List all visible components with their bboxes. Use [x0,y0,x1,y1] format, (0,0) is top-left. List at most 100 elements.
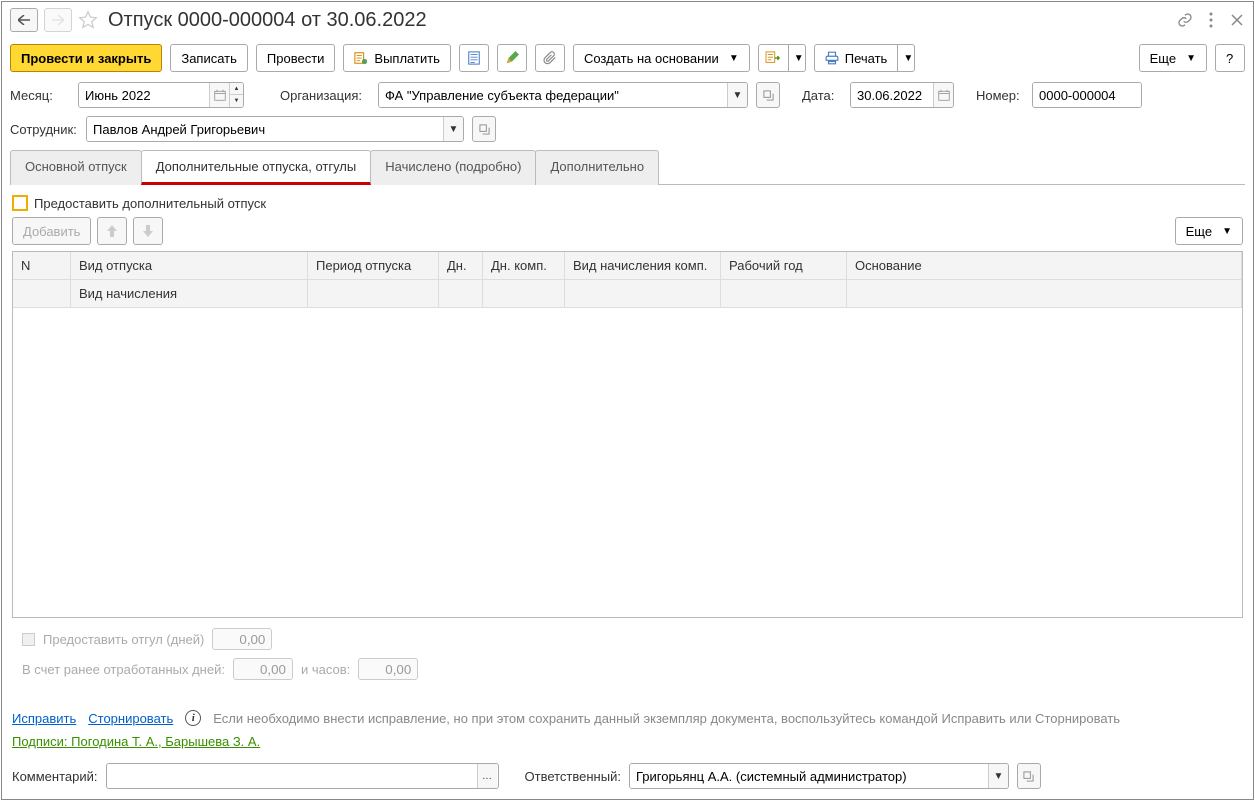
print-group: Печать ▼ [814,44,916,72]
calendar-icon[interactable] [933,83,953,107]
provide-label: Предоставить дополнительный отпуск [34,196,266,211]
number-input-wrap [1032,82,1142,108]
date-input-wrap [850,82,954,108]
provide-checkbox-row: Предоставить дополнительный отпуск [12,195,1243,211]
comment-label: Комментарий: [12,769,98,784]
table-more-label: Еще [1186,224,1212,239]
chevron-down-icon: ▼ [729,53,739,64]
tab-accrued[interactable]: Начислено (подробно) [370,150,536,185]
fix-link[interactable]: Исправить [12,711,76,726]
col-dnk[interactable]: Дн. комп. [483,252,565,280]
save-button[interactable]: Записать [170,44,248,72]
export-icon-button[interactable] [758,44,788,72]
export-dropdown[interactable]: ▼ [788,44,806,72]
number-label: Номер: [976,88,1024,103]
more-button[interactable]: Еще ▼ [1139,44,1207,72]
close-icon[interactable] [1229,12,1245,28]
process-close-button[interactable]: Провести и закрыть [10,44,162,72]
col-n[interactable]: N [13,252,71,280]
provide-checkbox[interactable] [12,195,28,211]
table-header: N Вид отпуска Период отпуска Дн. Дн. ком… [13,252,1242,280]
create-based-button[interactable]: Создать на основании ▼ [573,44,750,72]
help-button[interactable]: ? [1215,44,1245,72]
org-input-wrap: ▼ [378,82,748,108]
signatures-link[interactable]: Подписи: Погодина Т. А., Барышева З. А. [12,734,260,749]
number-input[interactable] [1033,83,1141,107]
month-input[interactable] [79,83,209,107]
signatures-row: Подписи: Погодина Т. А., Барышева З. А. [2,734,1253,757]
calendar-icon[interactable] [209,83,229,107]
info-icon: i [185,710,201,726]
otgul-input [212,628,272,650]
worked-days-input [233,658,293,680]
org-input[interactable] [379,83,727,107]
lower-fields: Предоставить отгул (дней) В счет ранее о… [12,618,1243,698]
kebab-icon[interactable] [1203,12,1219,28]
responsible-dropdown[interactable]: ▼ [988,764,1008,788]
page-title: Отпуск 0000-000004 от 30.06.2022 [108,9,1171,32]
org-open-button[interactable] [756,82,780,108]
doc-icon-button[interactable] [459,44,489,72]
col-type[interactable]: Вид отпуска [71,252,308,280]
chevron-down-icon: ▼ [1186,53,1196,64]
add-button: Добавить [12,217,91,245]
org-label: Организация: [280,88,370,103]
col-type2[interactable]: Вид начисления [71,280,308,308]
responsible-label: Ответственный: [525,769,621,784]
comment-expand[interactable]: … [477,764,497,788]
title-bar: Отпуск 0000-000004 от 30.06.2022 [2,2,1253,38]
create-based-label: Создать на основании [584,51,719,66]
comment-wrap: … [106,763,499,789]
tab-additional[interactable]: Дополнительные отпуска, отгулы [141,150,372,185]
tab-main[interactable]: Основной отпуск [10,150,142,185]
export-group: ▼ [758,44,806,72]
table: N Вид отпуска Период отпуска Дн. Дн. ком… [12,251,1243,618]
date-label: Дата: [802,88,842,103]
month-label: Месяц: [10,88,70,103]
star-icon[interactable] [78,10,98,30]
table-toolbar: Добавить Еще ▼ [12,217,1243,245]
table-body[interactable] [13,308,1242,617]
date-input[interactable] [851,83,933,107]
employee-input-wrap: ▼ [86,116,464,142]
table-more-button[interactable]: Еще ▼ [1175,217,1243,245]
print-label: Печать [845,51,888,66]
tab-content: Предоставить дополнительный отпуск Добав… [2,185,1253,708]
process-button[interactable]: Провести [256,44,336,72]
hours-label: и часов: [301,662,350,677]
tabs: Основной отпуск Дополнительные отпуска, … [2,146,1253,185]
worked-hours-input [358,658,418,680]
employee-input[interactable] [87,117,443,141]
tab-extra[interactable]: Дополнительно [535,150,659,185]
col-period[interactable]: Период отпуска [308,252,439,280]
employee-label: Сотрудник: [10,122,78,137]
pay-button[interactable]: Выплатить [343,44,451,72]
comment-input[interactable] [107,764,477,788]
col-year[interactable]: Рабочий год [721,252,847,280]
month-input-wrap: ▲▼ [78,82,244,108]
col-nk[interactable]: Вид начисления комп. [565,252,721,280]
col-base[interactable]: Основание [847,252,1242,280]
form-row-1: Месяц: ▲▼ Организация: ▼ Дата: Номер: [2,78,1253,112]
link-icon[interactable] [1177,12,1193,28]
employee-open-button[interactable] [472,116,496,142]
edit-icon-button[interactable] [497,44,527,72]
storno-link[interactable]: Сторнировать [88,711,173,726]
responsible-open-button[interactable] [1017,763,1041,789]
info-text: Если необходимо внести исправление, но п… [213,711,1120,726]
col-dn[interactable]: Дн. [439,252,483,280]
print-button[interactable]: Печать [814,44,898,72]
more-label: Еще [1150,51,1176,66]
month-spinner[interactable]: ▲▼ [229,83,243,107]
forward-button [44,8,72,32]
back-button[interactable] [10,8,38,32]
responsible-input[interactable] [630,764,988,788]
main-toolbar: Провести и закрыть Записать Провести Вып… [2,38,1253,78]
attach-icon-button[interactable] [535,44,565,72]
footer-links: Исправить Сторнировать i Если необходимо… [2,708,1253,734]
org-dropdown[interactable]: ▼ [727,83,747,107]
move-down-button [133,217,163,245]
move-up-button [97,217,127,245]
print-dropdown[interactable]: ▼ [897,44,915,72]
employee-dropdown[interactable]: ▼ [443,117,463,141]
